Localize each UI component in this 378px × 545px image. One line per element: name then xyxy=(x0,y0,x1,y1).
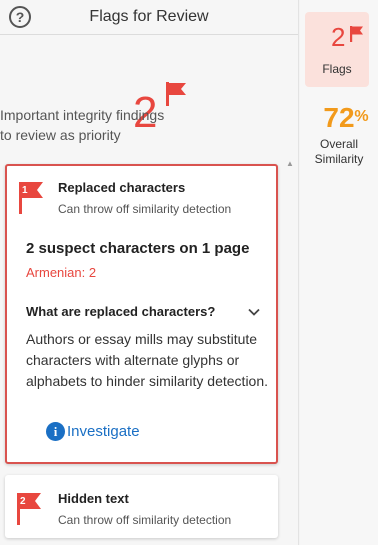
similarity-value: 72 xyxy=(323,102,355,133)
flag-icon xyxy=(350,26,363,42)
help-icon[interactable]: ? xyxy=(9,6,31,28)
panel-header: ? Flags for Review xyxy=(0,0,298,35)
card-title: Replaced characters xyxy=(58,180,186,195)
flag-number: 1 xyxy=(22,185,28,196)
flags-list[interactable]: ▲ 1 Replaced characters Can throw off si… xyxy=(0,155,299,545)
faq-question: What are replaced characters? xyxy=(26,304,216,319)
summary-description: Important integrity findings to review a… xyxy=(0,105,298,145)
similarity-label-line-1: Overall xyxy=(319,137,358,151)
panel-title: Flags for Review xyxy=(89,8,209,25)
flags-tab-count: 2 xyxy=(331,22,346,52)
suspect-detail: Armenian: 2 xyxy=(26,265,97,280)
numbered-flag-icon: 1 xyxy=(19,182,43,214)
card-subtitle: Can throw off similarity detection xyxy=(58,513,232,527)
flag-card-hidden-text[interactable]: 2 Hidden text Can throw off similarity d… xyxy=(5,475,278,538)
flags-panel: ? Flags for Review 2 Important integrity… xyxy=(0,0,299,545)
summary-line-1: Important integrity findings xyxy=(0,107,165,123)
similarity-score: 72 % xyxy=(323,102,368,133)
flag-card-replaced-characters[interactable]: 1 Replaced characters Can throw off simi… xyxy=(5,164,278,464)
similarity-tab[interactable]: 72 % Overall Similarity xyxy=(300,103,378,167)
faq-toggle[interactable]: What are replaced characters? xyxy=(26,304,261,319)
score-rail: 2 Flags 72 % Overall Similarity xyxy=(300,0,378,545)
similarity-label: Overall Similarity xyxy=(300,137,378,167)
scroll-up-arrow-icon[interactable]: ▲ xyxy=(286,159,294,168)
flags-tab[interactable]: 2 Flags xyxy=(305,12,369,87)
numbered-flag-icon: 2 xyxy=(17,493,41,525)
flag-icon xyxy=(166,82,186,106)
info-icon: i xyxy=(46,422,65,441)
similarity-label-line-2: Similarity xyxy=(314,152,364,166)
summary-line-2: to review as priority xyxy=(0,127,121,143)
card-title: Hidden text xyxy=(58,491,129,506)
flag-number: 2 xyxy=(20,496,26,507)
faq-answer: Authors or essay mills may substitute ch… xyxy=(26,331,269,389)
investigate-label: Investigate xyxy=(67,423,140,440)
similarity-percent-sign: % xyxy=(354,108,369,125)
suspect-headline: 2 suspect characters on 1 page xyxy=(26,240,250,257)
card-subtitle: Can throw off similarity detection xyxy=(58,202,232,216)
flags-tab-label: Flags xyxy=(322,62,352,76)
investigate-button[interactable]: i Investigate xyxy=(46,422,140,441)
chevron-down-icon[interactable] xyxy=(247,305,261,319)
